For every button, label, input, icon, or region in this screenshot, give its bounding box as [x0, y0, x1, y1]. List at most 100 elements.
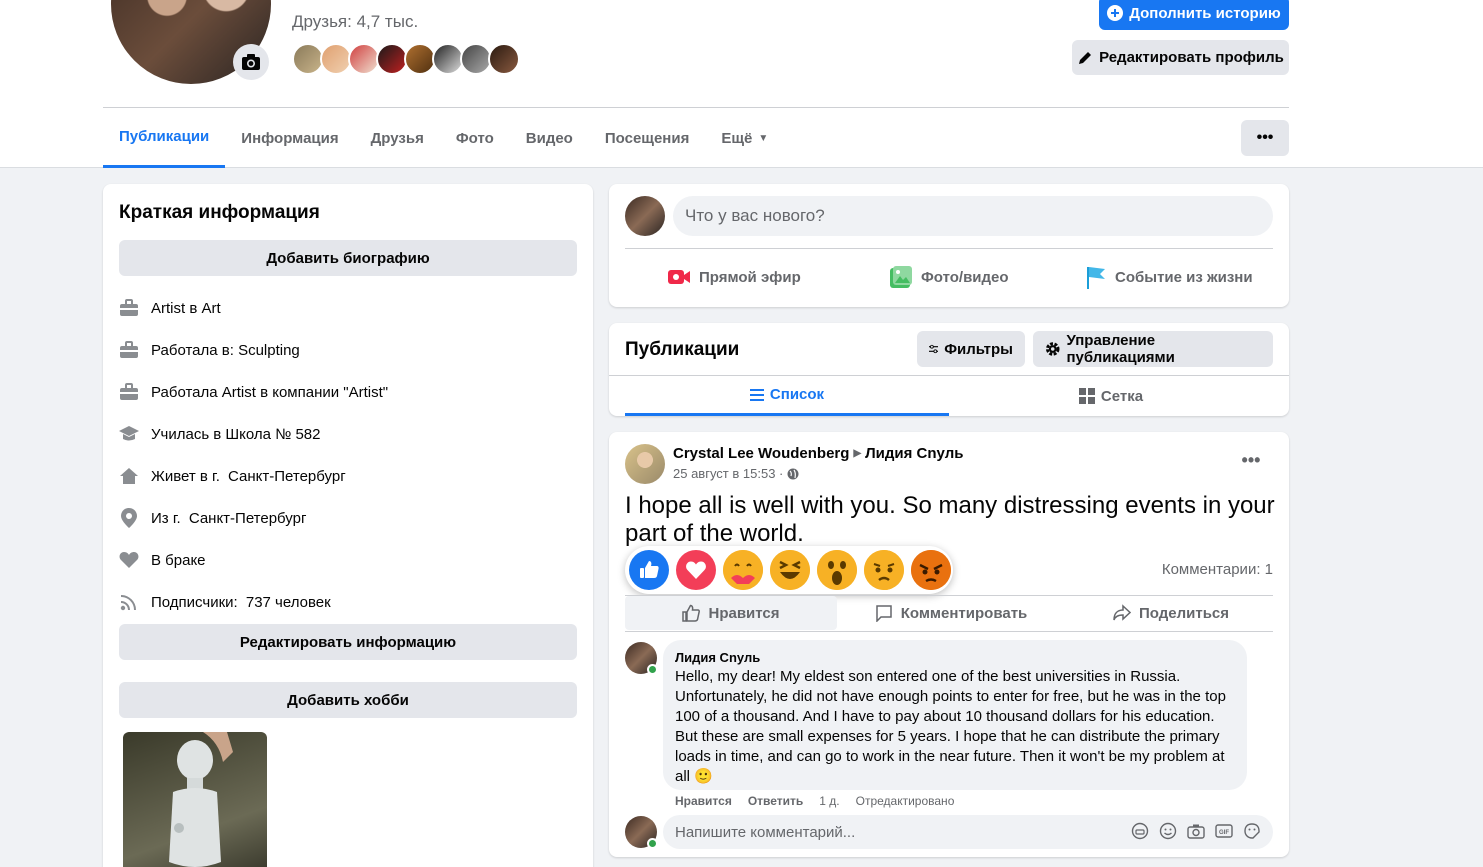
reaction-love-icon[interactable]: [676, 550, 716, 590]
comment-reply-link[interactable]: Ответить: [748, 794, 803, 808]
reaction-haha-icon[interactable]: [770, 550, 810, 590]
post-date[interactable]: 25 август в 15:53 ·: [673, 466, 783, 481]
photo-video-button[interactable]: Фото/видео: [889, 264, 1009, 290]
comment-edited: Отредактировано: [855, 794, 955, 808]
list-icon: [749, 388, 764, 401]
intro-row-link[interactable]: Санкт-Петербург: [189, 510, 307, 527]
reaction-angry-icon[interactable]: [911, 550, 951, 590]
more-options-button[interactable]: •••: [1241, 120, 1289, 156]
camera-icon[interactable]: [233, 44, 269, 80]
edit-info-button[interactable]: Редактировать информацию: [119, 624, 577, 660]
like-button[interactable]: Нравится: [625, 596, 837, 630]
grid-icon: [1078, 388, 1095, 404]
emoji-icon[interactable]: [1159, 822, 1177, 840]
intro-row-link[interactable]: 737 человек: [246, 594, 331, 611]
live-video-icon: [668, 270, 690, 284]
share-button[interactable]: Поделиться: [1065, 596, 1277, 630]
filters-icon: [929, 344, 939, 354]
my-avatar[interactable]: [625, 196, 665, 236]
post-options-button[interactable]: •••: [1233, 450, 1269, 470]
globe-icon: [787, 468, 799, 479]
tab-photos[interactable]: Фото: [440, 108, 510, 168]
intro-row-work-2: Работала в: Sculpting: [119, 338, 300, 362]
intro-row-text: Училась в Школа № 582: [151, 425, 321, 443]
intro-row-work-3: Работала Artist в компании "Artist": [119, 380, 388, 404]
post-author-avatar[interactable]: [625, 444, 665, 484]
camera-icon[interactable]: [1187, 822, 1205, 840]
photo-icon: [890, 266, 912, 288]
gif-icon[interactable]: GIF: [1215, 822, 1233, 840]
online-status-dot: [647, 838, 658, 849]
reaction-care-icon[interactable]: [723, 550, 763, 590]
photo-video-label: Фото/видео: [921, 268, 1009, 286]
posts-header: Публикации Фильтры Управление публикация…: [609, 323, 1289, 416]
intro-row-relationship: В браке: [119, 548, 206, 572]
post-card: Crystal Lee Woudenberg ▶ Лидия Сnуль 25 …: [609, 432, 1289, 857]
friend-avatar[interactable]: [488, 43, 520, 75]
live-video-button[interactable]: Прямой эфир: [667, 264, 801, 290]
caret-down-icon: ▼: [758, 132, 769, 144]
tab-about[interactable]: Информация: [225, 108, 354, 168]
reaction-wow-icon[interactable]: [817, 550, 857, 590]
post-text: I hope all is well with you. So many dis…: [625, 492, 1275, 547]
edit-profile-label: Редактировать профиль: [1099, 49, 1284, 66]
intro-row-lives: Живет в г. Санкт-Петербург: [119, 464, 346, 488]
ellipsis-icon: •••: [1256, 129, 1274, 146]
like-label: Нравится: [708, 604, 780, 622]
friends-count[interactable]: Друзья: 4,7 тыс.: [292, 12, 418, 32]
edit-profile-button[interactable]: Редактировать профиль: [1072, 40, 1289, 75]
list-view-tab[interactable]: Список: [625, 376, 949, 416]
intro-row-text: Работала Artist в компании "Artist": [151, 383, 389, 401]
tab-videos[interactable]: Видео: [510, 108, 589, 168]
post-author-name[interactable]: Crystal Lee Woudenberg: [673, 445, 849, 462]
write-comment-input[interactable]: Напишите комментарий... GIF: [663, 815, 1273, 849]
share-label: Поделиться: [1138, 604, 1230, 622]
add-hobby-button[interactable]: Добавить хобби: [119, 682, 577, 718]
plus-circle-icon: [1107, 5, 1124, 21]
intro-row-text: В браке: [151, 551, 206, 569]
thumbs-up-icon: [682, 604, 701, 622]
intro-row-from: Из г. Санкт-Петербург: [119, 506, 306, 530]
intro-card: Краткая информация Добавить биографию Ar…: [103, 184, 593, 867]
comment-button[interactable]: Комментировать: [845, 596, 1057, 630]
filters-label: Фильтры: [944, 340, 1013, 358]
add-story-button[interactable]: Дополнить историю: [1099, 0, 1289, 30]
comment-author-name[interactable]: Лидия Сnуль: [675, 650, 1235, 665]
reaction-like-icon[interactable]: [629, 550, 669, 590]
intro-row-link[interactable]: Санкт-Петербург: [228, 468, 346, 485]
list-view-label: Список: [769, 386, 825, 403]
home-icon: [119, 466, 139, 486]
whats-new-input[interactable]: Что у вас нового?: [673, 196, 1273, 236]
live-video-label: Прямой эфир: [699, 268, 801, 286]
post-target-name[interactable]: Лидия Сnуль: [865, 445, 963, 462]
comment-text: Hello, my dear! My eldest son entered on…: [675, 668, 1226, 785]
intro-row-text: Работала в: Sculpting: [151, 341, 300, 359]
tab-checkins[interactable]: Посещения: [589, 108, 705, 168]
manage-posts-button[interactable]: Управление публикациями: [1033, 331, 1273, 367]
add-bio-button[interactable]: Добавить биографию: [119, 240, 577, 276]
tab-more[interactable]: Ещё ▼: [705, 108, 784, 168]
avatar-sticker-icon[interactable]: [1131, 822, 1149, 840]
tab-posts[interactable]: Публикации: [103, 108, 226, 168]
composer-divider: [625, 248, 1273, 249]
comments-count[interactable]: Комментарии: 1: [1162, 561, 1273, 578]
friend-avatars: [292, 43, 520, 75]
share-icon: [1113, 604, 1131, 621]
filters-button[interactable]: Фильтры: [917, 331, 1025, 367]
sticker-icon[interactable]: [1243, 822, 1261, 840]
profile-header: Друзья: 4,7 тыс. Дополнить историю Редак…: [0, 0, 1483, 168]
life-event-button[interactable]: Событие из жизни: [1085, 264, 1253, 290]
pencil-icon: [1079, 51, 1092, 64]
actions-divider-bottom: [625, 631, 1273, 632]
comment-time[interactable]: 1 д.: [819, 794, 839, 808]
intro-row-text: Artist в Art: [151, 299, 221, 317]
featured-photo[interactable]: [123, 732, 267, 867]
comment-input-tools: GIF: [1131, 822, 1261, 840]
grid-view-tab[interactable]: Сетка: [949, 376, 1273, 416]
svg-text:GIF: GIF: [1219, 830, 1229, 836]
comment-actions: Нравится Ответить 1 д. Отредактировано: [675, 794, 954, 808]
comment-like-link[interactable]: Нравится: [675, 794, 732, 808]
reaction-sad-icon[interactable]: [864, 550, 904, 590]
tab-friends[interactable]: Друзья: [355, 108, 440, 168]
briefcase-icon: [119, 382, 139, 402]
